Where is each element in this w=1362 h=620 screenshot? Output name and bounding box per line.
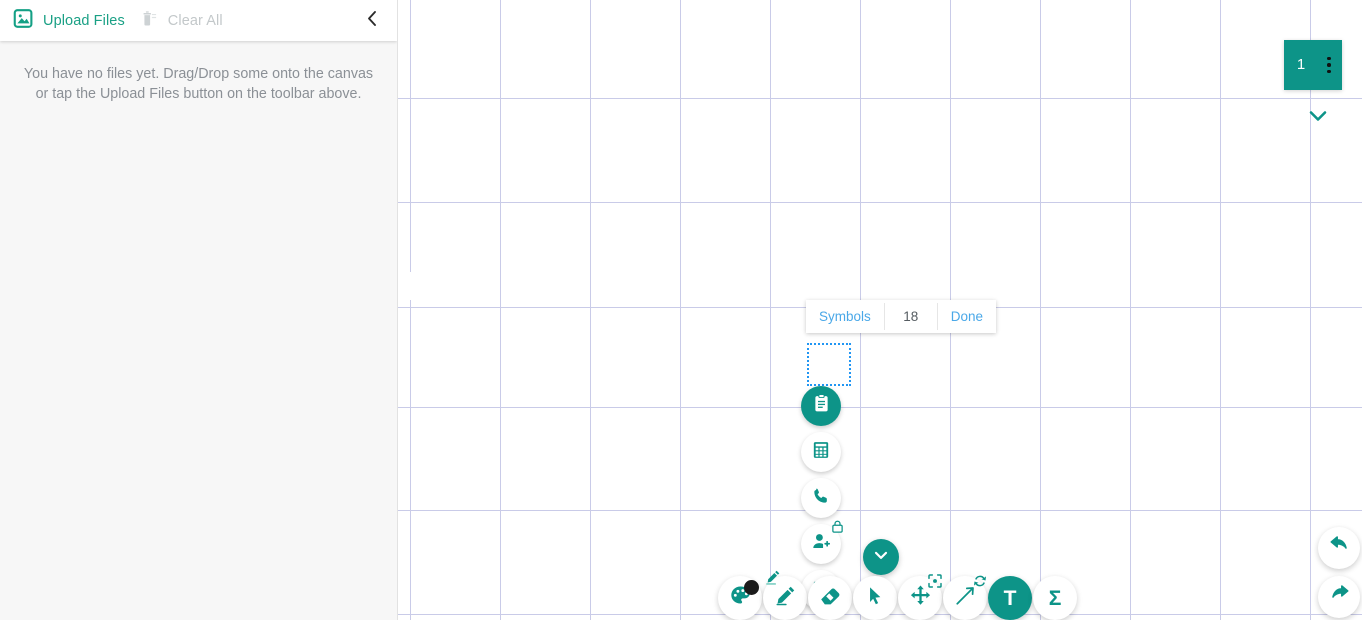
- clipboard-icon: [811, 393, 832, 419]
- grid-line-horizontal: [398, 202, 1362, 203]
- page-number: 1: [1296, 56, 1306, 73]
- redo-arrow-icon: [1328, 583, 1351, 611]
- move-tool-button[interactable]: [898, 574, 942, 620]
- grid-line-vertical: [1130, 0, 1131, 620]
- grid-line-vertical: [1310, 0, 1311, 620]
- lock-icon: [830, 519, 845, 534]
- toolbar-collapse-button[interactable]: [863, 539, 899, 575]
- chevron-down-icon: [1306, 104, 1330, 133]
- bottom-tool-toolbar: T Σ: [718, 570, 1077, 620]
- sidebar-collapse-button[interactable]: [359, 0, 385, 41]
- eraser-icon: [818, 584, 842, 613]
- done-button[interactable]: Done: [938, 300, 996, 333]
- color-palette-tool-button[interactable]: [718, 576, 762, 620]
- focus-frame-icon: [926, 572, 944, 590]
- cursor-arrow-icon: [864, 585, 886, 612]
- empty-state-message: You have no files yet. Drag/Drop some on…: [23, 66, 374, 102]
- grid-icon: [811, 440, 831, 465]
- page-expand-button[interactable]: [1306, 104, 1330, 128]
- grid-line-horizontal: [398, 510, 1362, 511]
- grid-line-horizontal: [398, 98, 1362, 99]
- grid-line-vertical: [1220, 0, 1221, 620]
- text-format-popup: Symbols 18 Done: [806, 300, 997, 333]
- history-controls: [1318, 527, 1360, 618]
- upload-files-button[interactable]: Upload Files: [13, 0, 139, 41]
- clear-all-button[interactable]: Clear All: [139, 0, 237, 41]
- page-indicator[interactable]: 1: [1284, 40, 1342, 90]
- font-size-input[interactable]: 18: [885, 300, 937, 333]
- image-upload-icon: [13, 8, 34, 34]
- grid-line-vertical: [1040, 0, 1041, 620]
- drawing-canvas[interactable]: 1 Symbols 18 Done: [398, 0, 1362, 620]
- grid-tool-button[interactable]: [801, 432, 841, 472]
- select-tool-button[interactable]: [853, 576, 897, 620]
- symbols-button[interactable]: Symbols: [806, 300, 884, 333]
- whiteboard-app: Upload Files Clear All You have no files…: [0, 0, 1362, 620]
- grid-line-vertical: [770, 0, 771, 620]
- sigma-icon: Σ: [1048, 586, 1062, 610]
- grid-line-vertical: [500, 0, 501, 620]
- undo-button[interactable]: [1318, 527, 1360, 569]
- pencil-icon: [763, 568, 781, 586]
- redo-button[interactable]: [1318, 576, 1360, 618]
- eraser-tool-button[interactable]: [808, 576, 852, 620]
- math-tool-button[interactable]: Σ: [1033, 576, 1077, 620]
- grid-line-vertical: [590, 0, 591, 620]
- text-entry-box[interactable]: [807, 343, 851, 386]
- grid-line-vertical: [410, 300, 411, 620]
- color-swatch-dot: [744, 580, 759, 595]
- phone-icon: [811, 486, 831, 511]
- grid-line-vertical: [410, 0, 411, 272]
- highlighter-tool-button[interactable]: [763, 570, 807, 620]
- chevron-left-icon: [366, 10, 379, 32]
- chevron-down-icon: [871, 545, 891, 570]
- upload-files-label: Upload Files: [43, 12, 125, 29]
- person-add-icon: [811, 531, 832, 557]
- pen-icon: [774, 584, 797, 612]
- clear-all-label: Clear All: [167, 12, 223, 29]
- grid-line-vertical: [680, 0, 681, 620]
- text-T-icon: T: [1003, 586, 1017, 610]
- notes-tool-button[interactable]: [801, 386, 841, 426]
- sidebar-toolbar: Upload Files Clear All: [0, 0, 397, 41]
- call-tool-button[interactable]: [801, 478, 841, 518]
- trash-icon: [139, 9, 159, 33]
- files-sidebar: Upload Files Clear All You have no files…: [0, 0, 398, 620]
- rotate-icon: [971, 572, 989, 590]
- kebab-menu-icon[interactable]: [1318, 40, 1340, 90]
- invite-tool-button[interactable]: [801, 520, 843, 564]
- undo-arrow-icon: [1328, 534, 1351, 562]
- line-tool-button[interactable]: [943, 575, 987, 620]
- text-tool-button[interactable]: T: [988, 576, 1032, 620]
- grid-line-horizontal: [398, 407, 1362, 408]
